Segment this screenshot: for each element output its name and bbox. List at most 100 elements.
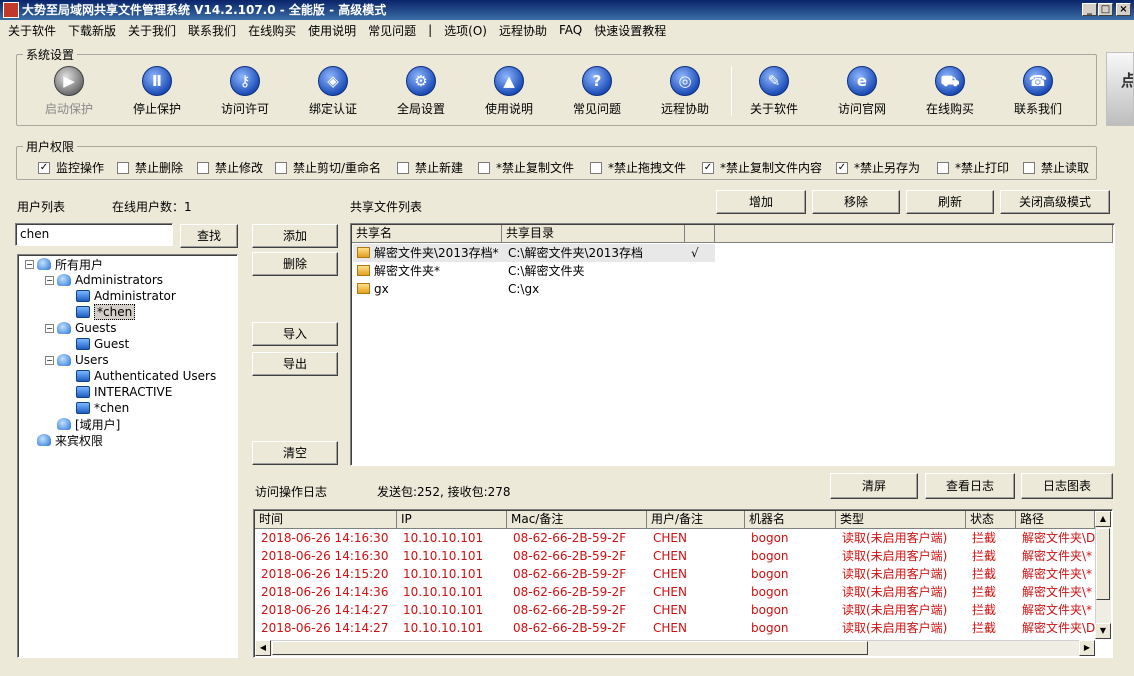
menu-item-5[interactable]: 使用说明 [308, 22, 356, 39]
menu-item-0[interactable]: 关于软件 [8, 22, 56, 39]
menu-item-1[interactable]: 下载新版 [68, 22, 116, 39]
checkbox-box[interactable] [117, 161, 129, 174]
find-button[interactable]: 查找 [180, 224, 238, 248]
clear-button[interactable]: 清空 [252, 441, 338, 465]
tree-node-6[interactable]: − Users [45, 352, 109, 368]
delete-user-button[interactable]: 删除 [252, 252, 338, 276]
toolbar-button-pause[interactable]: Ⅱ 停止保护 [117, 66, 197, 117]
remove-share-button[interactable]: 移除 [812, 190, 900, 214]
minimize-button[interactable]: _ [1082, 3, 1097, 16]
checkbox-box[interactable]: ✓ [836, 161, 848, 174]
permission-checkbox-0[interactable]: ✓ 监控操作 [38, 159, 104, 176]
tree-expander-icon[interactable]: − [45, 275, 54, 285]
log-chart-button[interactable]: 日志图表 [1021, 473, 1113, 499]
scroll-down-icon[interactable]: ▼ [1095, 623, 1111, 639]
tree-node-10[interactable]: [域用户] [45, 416, 120, 432]
menu-item-3[interactable]: 联系我们 [188, 22, 236, 39]
checkbox-box[interactable] [397, 161, 409, 174]
shared-file-row[interactable]: 解密文件夹* C:\解密文件夹 [353, 262, 715, 280]
log-row[interactable]: 2018-06-26 14:15:20 10.10.10.101 08-62-66-… [255, 565, 1095, 583]
share-flag-header[interactable] [685, 225, 715, 243]
tree-node-5[interactable]: Guest [64, 336, 129, 352]
toolbar-button-question[interactable]: ? 常见问题 [557, 66, 637, 117]
checkbox-box[interactable] [275, 161, 287, 174]
add-user-button[interactable]: 添加 [252, 224, 338, 248]
tree-node-2[interactable]: Administrator [64, 288, 176, 304]
menu-item-11[interactable]: 快速设置教程 [594, 22, 666, 39]
tree-node-4[interactable]: − Guests [45, 320, 117, 336]
menu-item-8[interactable]: 选项(O) [444, 22, 487, 39]
log-column-header-7[interactable]: 路径 [1016, 511, 1095, 529]
tree-node-1[interactable]: − Administrators [45, 272, 163, 288]
checkbox-box[interactable]: ✓ [702, 161, 714, 174]
toolbar-button-gear[interactable]: ⚙ 全局设置 [381, 66, 461, 117]
scroll-left-icon[interactable]: ◀ [255, 640, 271, 656]
checkbox-box[interactable] [937, 161, 949, 174]
user-search-input[interactable]: chen [15, 223, 173, 246]
permission-checkbox-5[interactable]: *禁止复制文件 [478, 159, 574, 176]
share-name-header[interactable]: 共享名 [352, 225, 502, 243]
tree-node-11[interactable]: 来宾权限 [25, 432, 103, 448]
log-column-header-5[interactable]: 类型 [836, 511, 966, 529]
checkbox-box[interactable] [590, 161, 602, 174]
tree-node-3[interactable]: *chen [64, 304, 136, 320]
toolbar-button-cart[interactable]: ⛟ 在线购买 [910, 66, 990, 117]
tree-node-8[interactable]: INTERACTIVE [64, 384, 172, 400]
tree-expander-icon[interactable]: − [25, 259, 34, 269]
tree-node-9[interactable]: *chen [64, 400, 129, 416]
toolbar-button-shield[interactable]: ◈ 绑定认证 [293, 66, 373, 117]
tree-expander-icon[interactable]: − [45, 355, 54, 365]
share-path-header[interactable]: 共享目录 [502, 225, 685, 243]
log-column-header-1[interactable]: IP [397, 511, 507, 529]
log-row[interactable]: 2018-06-26 14:16:30 10.10.10.101 08-62-66-… [255, 547, 1095, 565]
log-column-header-0[interactable]: 时间 [255, 511, 397, 529]
log-row[interactable]: 2018-06-26 14:14:27 10.10.10.101 08-62-66-… [255, 619, 1095, 637]
clear-log-button[interactable]: 清屏 [830, 473, 918, 499]
log-row[interactable]: 2018-06-26 14:16:30 10.10.10.101 08-62-66-… [255, 529, 1095, 547]
add-share-button[interactable]: 增加 [716, 190, 806, 214]
permission-checkbox-6[interactable]: *禁止拖拽文件 [590, 159, 686, 176]
toolbar-button-phone[interactable]: ☎ 联系我们 [998, 66, 1078, 117]
log-row[interactable]: 2018-06-26 14:14:36 10.10.10.101 08-62-66-… [255, 583, 1095, 601]
scroll-right-icon[interactable]: ▶ [1079, 640, 1095, 656]
toolbar-button-play[interactable]: ▶ 启动保护 [29, 66, 109, 117]
toolbar-button-graduation-cap[interactable]: ▲ 使用说明 [469, 66, 549, 117]
vertical-scroll-thumb[interactable] [1096, 528, 1110, 600]
export-button[interactable]: 导出 [252, 352, 338, 376]
scroll-up-icon[interactable]: ▲ [1095, 511, 1111, 527]
shared-file-row[interactable]: gx C:\gx [353, 280, 715, 298]
toolbar-button-globe[interactable]: ◎ 远程协助 [645, 66, 725, 117]
horizontal-scroll-thumb[interactable] [272, 641, 868, 655]
permission-checkbox-3[interactable]: 禁止剪切/重命名 [275, 159, 381, 176]
checkbox-box[interactable] [197, 161, 209, 174]
maximize-button[interactable]: □ [1098, 3, 1113, 16]
toolbar-button-document[interactable]: ✎ 关于软件 [734, 66, 814, 117]
checkbox-box[interactable] [1023, 161, 1035, 174]
shared-file-row[interactable]: 解密文件夹\2013存档* C:\解密文件夹\2013存档 √ [353, 244, 715, 262]
permission-checkbox-4[interactable]: 禁止新建 [397, 159, 463, 176]
log-row[interactable]: 2018-06-26 14:14:27 10.10.10.101 08-62-66-… [255, 601, 1095, 619]
toolbar-button-ie[interactable]: e 访问官网 [822, 66, 902, 117]
log-column-header-6[interactable]: 状态 [966, 511, 1016, 529]
view-log-button[interactable]: 查看日志 [925, 473, 1015, 499]
log-column-header-2[interactable]: Mac/备注 [507, 511, 647, 529]
permission-checkbox-8[interactable]: ✓ *禁止另存为 [836, 159, 920, 176]
permission-checkbox-1[interactable]: 禁止删除 [117, 159, 183, 176]
menu-item-2[interactable]: 关于我们 [128, 22, 176, 39]
log-column-header-3[interactable]: 用户/备注 [647, 511, 745, 529]
permission-checkbox-7[interactable]: ✓ *禁止复制文件内容 [702, 159, 822, 176]
menu-item-10[interactable]: FAQ [559, 23, 582, 37]
permission-checkbox-10[interactable]: 禁止读取 [1023, 159, 1089, 176]
menu-item-6[interactable]: 常见问题 [368, 22, 416, 39]
checkbox-box[interactable] [478, 161, 490, 174]
tree-expander-icon[interactable]: − [45, 323, 54, 333]
tree-node-0[interactable]: − 所有用户 [25, 256, 103, 272]
refresh-button[interactable]: 刷新 [906, 190, 994, 214]
menu-item-9[interactable]: 远程协助 [499, 22, 547, 39]
permission-checkbox-9[interactable]: *禁止打印 [937, 159, 1009, 176]
import-button[interactable]: 导入 [252, 322, 338, 346]
menu-item-4[interactable]: 在线购买 [248, 22, 296, 39]
close-button[interactable]: × [1116, 3, 1131, 16]
tree-node-7[interactable]: Authenticated Users [64, 368, 216, 384]
permission-checkbox-2[interactable]: 禁止修改 [197, 159, 263, 176]
